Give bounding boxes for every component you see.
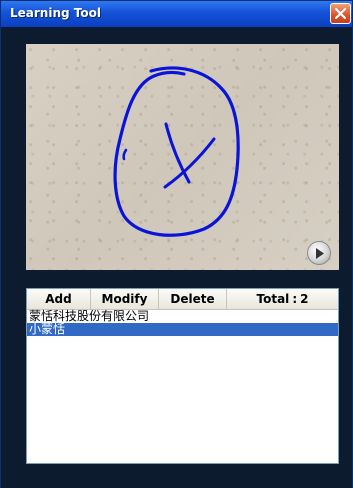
total-count: Total:2 [227, 289, 338, 309]
window-title: Learning Tool [10, 6, 101, 20]
delete-button[interactable]: Delete [159, 289, 227, 309]
close-button[interactable] [330, 3, 351, 24]
entry-panel: Add Modify Delete Total:2 蒙恬科技股份有限公司 小蒙恬 [26, 288, 339, 464]
add-button[interactable]: Add [27, 289, 91, 309]
total-separator: : [292, 292, 298, 306]
play-icon [316, 248, 324, 259]
handwriting-preview [26, 44, 339, 270]
close-icon [334, 7, 347, 20]
total-value: 2 [300, 292, 309, 306]
modify-button[interactable]: Modify [91, 289, 159, 309]
total-label: Total [256, 292, 290, 306]
learning-tool-window: Learning Tool Add Modify Delete Total:2 [0, 0, 353, 488]
list-toolbar: Add Modify Delete Total:2 [27, 289, 338, 310]
play-button[interactable] [307, 241, 331, 265]
handwriting-drawing [113, 66, 240, 237]
entry-list[interactable]: 蒙恬科技股份有限公司 小蒙恬 [27, 310, 338, 336]
title-bar[interactable]: Learning Tool [1, 1, 352, 27]
list-item-selected[interactable]: 小蒙恬 [27, 323, 338, 336]
list-item[interactable]: 蒙恬科技股份有限公司 [27, 310, 338, 323]
